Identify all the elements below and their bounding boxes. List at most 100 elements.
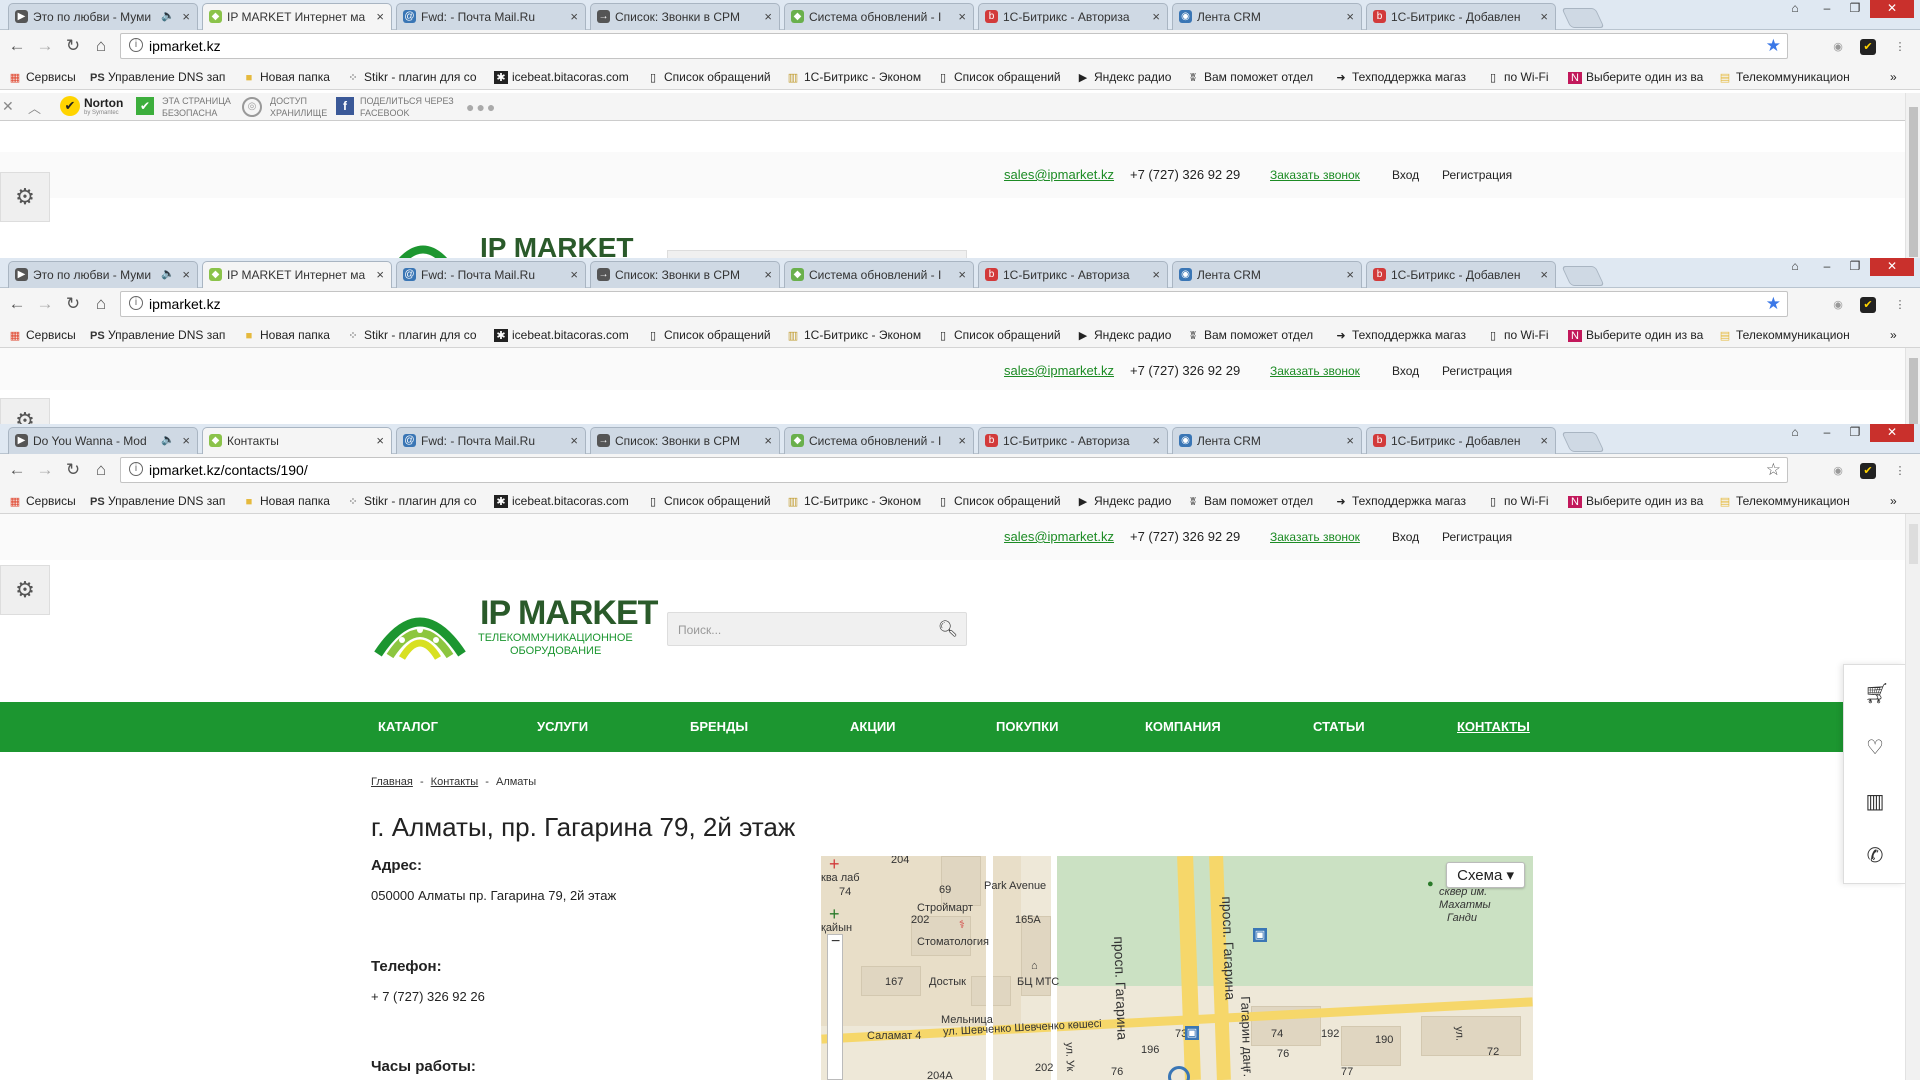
close-icon[interactable]: ×: [570, 433, 578, 448]
bookmark-item[interactable]: ⁘ Stikr - плагин для со: [346, 70, 480, 84]
bus-stop-icon[interactable]: ▣: [1253, 928, 1267, 942]
minimize-icon[interactable]: –: [1814, 424, 1840, 442]
tab-music[interactable]: ▶ Это по любви - Муми 🔈 ×: [8, 3, 198, 30]
chevron-up-icon[interactable]: ︿: [28, 98, 41, 117]
close-icon[interactable]: ×: [764, 9, 772, 24]
register-link[interactable]: Регистрация: [1442, 530, 1512, 544]
extension-icon[interactable]: ◉: [1830, 297, 1846, 313]
bookmark-item[interactable]: ʬ Вам поможет отдел: [1186, 328, 1322, 342]
login-link[interactable]: Вход: [1392, 168, 1419, 182]
bookmark-item[interactable]: ➜ Техподдержка магаз: [1334, 494, 1472, 508]
home-icon[interactable]: ⌂: [90, 460, 112, 480]
close-icon[interactable]: ×: [958, 433, 966, 448]
email-link[interactable]: sales@ipmarket.kz: [1004, 529, 1114, 544]
close-icon[interactable]: ×: [764, 267, 772, 282]
bookmark-item[interactable]: ✱ icebeat.bitacoras.com: [494, 70, 632, 84]
close-icon[interactable]: ×: [1152, 9, 1160, 24]
close-icon[interactable]: ×: [1152, 267, 1160, 282]
speaker-icon[interactable]: 🔈: [161, 267, 175, 280]
tab-ipmarket[interactable]: ◆ IP MARKET Интернет ма ×: [202, 3, 392, 30]
bookmark-item[interactable]: ▯ по Wi-Fi: [1486, 494, 1549, 508]
bookmark-item[interactable]: ▤ Телекоммуникацион: [1718, 328, 1858, 342]
forward-icon[interactable]: →: [34, 294, 56, 314]
bookmark-item[interactable]: ▥ 1С-Битрикс - Эконом: [786, 70, 924, 84]
bookmark-item[interactable]: N Выберите один из ва: [1568, 328, 1708, 342]
url-input[interactable]: i ipmarket.kz ★: [120, 33, 1788, 59]
callback-link[interactable]: Заказать звонок: [1270, 168, 1360, 182]
facebook-icon[interactable]: f: [336, 97, 354, 115]
tab-crm-calls[interactable]: → Список: Звонки в CPM ×: [590, 3, 780, 30]
back-icon[interactable]: ←: [6, 36, 28, 56]
bookmarks-more-icon[interactable]: »: [1890, 328, 1897, 342]
tab-updates[interactable]: ◆ Система обновлений - I ×: [784, 427, 974, 454]
info-icon[interactable]: i: [129, 38, 143, 52]
menu-item-company[interactable]: КОМПАНИЯ: [1145, 719, 1221, 734]
bookmarks-more-icon[interactable]: »: [1890, 70, 1897, 84]
tab-crm-calls[interactable]: → Список: Звонки в CPM ×: [590, 261, 780, 288]
bookmark-item[interactable]: ▯ Список обращений: [646, 328, 771, 342]
bookmark-item[interactable]: ▶ Яндекс радио: [1076, 70, 1172, 84]
close-icon[interactable]: ×: [1540, 267, 1548, 282]
close-icon[interactable]: ×: [1346, 267, 1354, 282]
minimize-icon[interactable]: –: [1814, 258, 1840, 276]
close-icon[interactable]: ×: [570, 9, 578, 24]
close-icon[interactable]: ×: [182, 9, 190, 24]
logo-mark[interactable]: [372, 596, 468, 660]
tab-bitrix-auth[interactable]: b 1С-Битрикс - Авториза ×: [978, 427, 1168, 454]
zoom-out-icon[interactable]: −: [831, 933, 840, 951]
bookmark-item[interactable]: PS Управление DNS зап: [90, 494, 226, 508]
bookmark-star-icon[interactable]: ★: [1766, 36, 1781, 56]
bookmark-item[interactable]: ▯ по Wi-Fi: [1486, 70, 1549, 84]
bookmark-item[interactable]: ▶ Яндекс радио: [1076, 494, 1172, 508]
close-icon[interactable]: ×: [764, 433, 772, 448]
search-input[interactable]: Поиск... 🔍︎: [667, 612, 967, 646]
window-close-icon[interactable]: ✕: [1870, 258, 1914, 276]
tab-crm-feed[interactable]: ◉ Лента CRM ×: [1172, 427, 1362, 454]
reload-icon[interactable]: ↻: [62, 460, 84, 480]
tab-bitrix-add[interactable]: b 1С-Битрикс - Добавлен ×: [1366, 3, 1556, 30]
extension-icon[interactable]: ◉: [1830, 39, 1846, 55]
speaker-icon[interactable]: 🔈: [161, 9, 175, 22]
tab-ipmarket[interactable]: ◆ IP MARKET Интернет ма ×: [202, 261, 392, 288]
tab-contacts[interactable]: ◆ Контакты ×: [202, 427, 392, 454]
phone-icon[interactable]: ✆: [1864, 843, 1886, 868]
close-icon[interactable]: ×: [958, 267, 966, 282]
bookmark-item[interactable]: ⁘ Stikr - плагин для со: [346, 328, 480, 342]
user-icon[interactable]: ⌂: [1782, 424, 1808, 442]
maximize-icon[interactable]: ❐: [1842, 424, 1868, 442]
bookmark-item[interactable]: ✱ icebeat.bitacoras.com: [494, 328, 632, 342]
info-icon[interactable]: i: [129, 462, 143, 476]
close-icon[interactable]: ×: [1540, 9, 1548, 24]
callback-link[interactable]: Заказать звонок: [1270, 364, 1360, 378]
new-tab-button[interactable]: [1561, 432, 1605, 452]
url-input[interactable]: i ipmarket.kz ★: [120, 291, 1788, 317]
bookmark-item[interactable]: ▯ Список обращений: [646, 70, 771, 84]
breadcrumb-home[interactable]: Главная: [371, 776, 413, 788]
settings-gear-icon[interactable]: ⚙: [0, 172, 50, 222]
bookmark-item[interactable]: ■ Новая папка: [242, 328, 330, 342]
bookmark-item[interactable]: ▯ Список обращений: [936, 494, 1061, 508]
bookmark-item[interactable]: ▤ Телекоммуникацион: [1718, 70, 1858, 84]
bookmark-item[interactable]: PS Управление DNS зап: [90, 328, 226, 342]
norton-extension-icon[interactable]: ✔: [1860, 297, 1876, 313]
close-icon[interactable]: ×: [570, 267, 578, 282]
home-icon[interactable]: ⌂: [90, 294, 112, 314]
park-marker-icon[interactable]: ●: [1427, 878, 1434, 890]
bus-stop-icon[interactable]: ▣: [1185, 1026, 1199, 1040]
reload-icon[interactable]: ↻: [62, 294, 84, 314]
forward-icon[interactable]: →: [34, 460, 56, 480]
tab-music[interactable]: ▶ Это по любви - Муми 🔈 ×: [8, 261, 198, 288]
menu-icon[interactable]: ⋮: [1892, 39, 1908, 55]
maximize-icon[interactable]: ❐: [1842, 0, 1868, 18]
window-close-icon[interactable]: ✕: [1870, 0, 1914, 18]
more-dots-icon[interactable]: ●●●: [466, 99, 497, 115]
close-icon[interactable]: ×: [1540, 433, 1548, 448]
settings-gear-icon[interactable]: ⚙: [0, 565, 50, 615]
breadcrumb-contacts[interactable]: Контакты: [431, 776, 479, 788]
tab-crm-feed[interactable]: ◉ Лента CRM ×: [1172, 3, 1362, 30]
safe-page-icon[interactable]: ✔: [136, 97, 154, 115]
bookmark-item[interactable]: ▥ 1С-Битрикс - Эконом: [786, 328, 924, 342]
close-icon[interactable]: ×: [182, 267, 190, 282]
settings-gear-icon[interactable]: ⚙: [0, 398, 50, 426]
plus-icon[interactable]: +: [829, 856, 840, 875]
